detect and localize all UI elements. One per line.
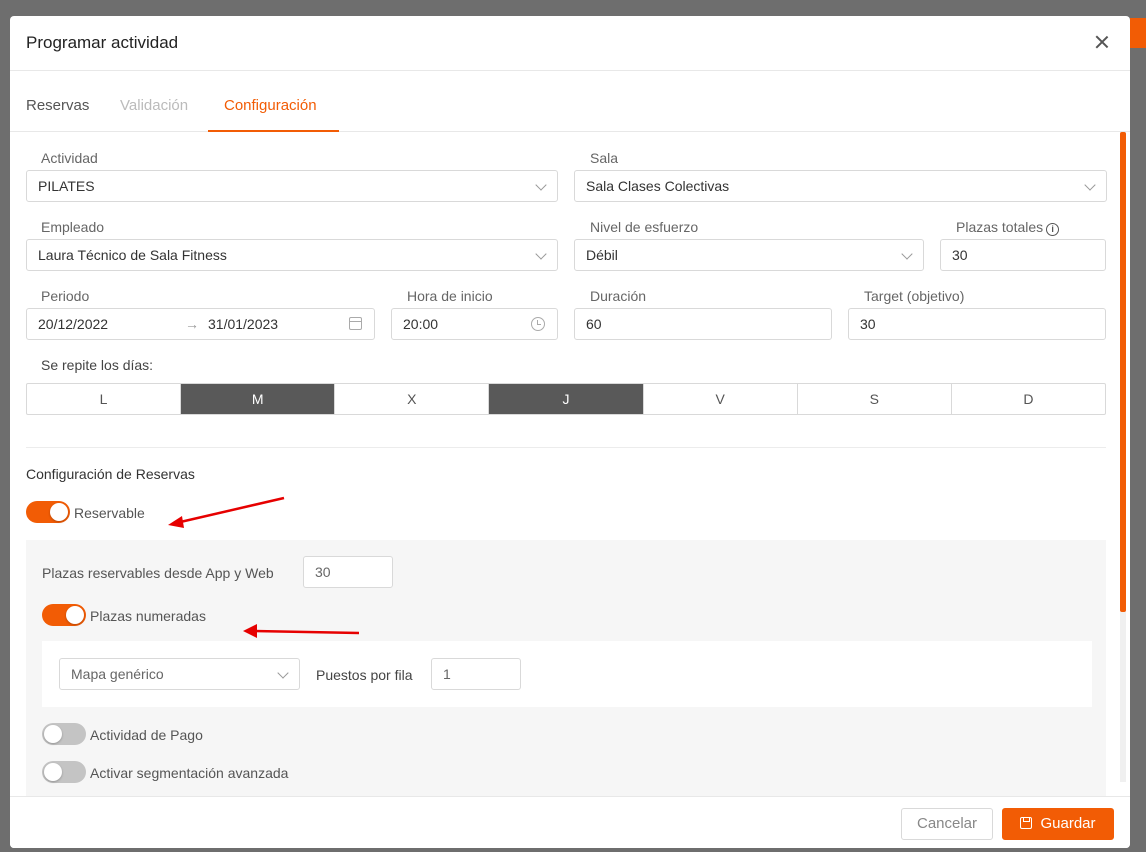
save-label: Guardar — [1040, 815, 1096, 832]
puestos-fila-input[interactable]: 1 — [431, 658, 521, 690]
reservable-options-panel: Plazas reservables desde App y Web 30 Pl… — [26, 540, 1106, 796]
chevron-down-icon — [1084, 179, 1096, 191]
hora-value: 20:00 — [403, 316, 439, 332]
toggle-knob — [50, 503, 68, 521]
chevron-down-icon — [901, 248, 913, 260]
puestos-fila-label: Puestos por fila — [316, 667, 413, 683]
clock-icon — [531, 317, 545, 331]
reservable-label: Reservable — [74, 505, 145, 521]
plazas-totales-label: Plazas totales i — [956, 219, 1060, 236]
periodo-start[interactable]: 20/12/2022 — [38, 316, 108, 332]
tab-validacion: Validación — [120, 97, 189, 114]
target-label: Target (objetivo) — [864, 288, 965, 304]
close-icon[interactable] — [1092, 32, 1112, 52]
plazas-totales-value: 30 — [952, 247, 968, 263]
plazas-totales-label-text: Plazas totales — [956, 219, 1044, 235]
cancel-button[interactable]: Cancelar — [901, 808, 993, 840]
info-icon[interactable]: i — [1046, 223, 1060, 236]
nivel-label: Nivel de esfuerzo — [590, 219, 699, 235]
actividad-value: PILATES — [38, 178, 95, 194]
hora-input[interactable]: 20:00 — [391, 308, 558, 340]
target-input[interactable]: 30 — [848, 308, 1106, 340]
section-divider — [26, 447, 1106, 448]
hora-label: Hora de inicio — [407, 288, 493, 304]
day-miercoles[interactable]: X — [335, 384, 490, 414]
chevron-down-icon — [277, 667, 289, 679]
mapa-value: Mapa genérico — [71, 666, 164, 682]
actividad-select[interactable]: PILATES — [26, 170, 558, 202]
periodo-range-picker[interactable]: 20/12/2022 → 31/01/2023 — [26, 308, 375, 340]
dias-label: Se repite los días: — [41, 357, 154, 373]
reservas-section-title: Configuración de Reservas — [26, 466, 195, 482]
sala-value: Sala Clases Colectivas — [586, 178, 730, 194]
actividad-pago-toggle[interactable] — [42, 723, 86, 745]
periodo-end[interactable]: 31/01/2023 — [208, 309, 278, 339]
modal-footer: Cancelar Guardar — [10, 796, 1130, 848]
duracion-value: 60 — [586, 316, 602, 332]
day-domingo[interactable]: D — [952, 384, 1105, 414]
reservable-toggle[interactable] — [26, 501, 70, 523]
target-value: 30 — [860, 316, 876, 332]
sala-select[interactable]: Sala Clases Colectivas — [574, 170, 1107, 202]
chevron-down-icon — [535, 248, 547, 260]
periodo-label: Periodo — [41, 288, 90, 304]
scrollbar-thumb[interactable] — [1120, 132, 1126, 612]
annotation-arrow — [168, 496, 285, 528]
tab-configuracion[interactable]: Configuración — [224, 97, 317, 114]
plazas-totales-input[interactable]: 30 — [940, 239, 1106, 271]
program-activity-modal: Programar actividad Reservas Validación … — [10, 16, 1130, 848]
day-jueves[interactable]: J — [489, 384, 644, 414]
nivel-select[interactable]: Débil — [574, 239, 924, 271]
plazas-app-web-input[interactable]: 30 — [303, 556, 393, 588]
nivel-value: Débil — [586, 247, 618, 263]
empleado-select[interactable]: Laura Técnico de Sala Fitness — [26, 239, 558, 271]
plazas-app-web-label: Plazas reservables desde App y Web — [42, 565, 274, 581]
tab-bar: Reservas Validación Configuración — [10, 71, 1130, 132]
calendar-icon — [349, 317, 362, 330]
toggle-knob — [66, 606, 84, 624]
puestos-fila-value: 1 — [443, 666, 451, 682]
plazas-app-web-value: 30 — [315, 564, 331, 580]
plazas-numeradas-label: Plazas numeradas — [90, 608, 206, 624]
day-martes[interactable]: M — [181, 384, 336, 414]
background-app-header — [1130, 18, 1146, 48]
day-sabado[interactable]: S — [798, 384, 952, 414]
day-lunes[interactable]: L — [27, 384, 182, 414]
chevron-down-icon — [535, 179, 547, 191]
actividad-label: Actividad — [41, 150, 98, 166]
modal-header: Programar actividad — [10, 16, 1130, 71]
duracion-label: Duración — [590, 288, 647, 304]
duracion-input[interactable]: 60 — [574, 308, 832, 340]
empleado-label: Empleado — [41, 219, 105, 235]
save-button[interactable]: Guardar — [1002, 808, 1114, 840]
scrollbar[interactable] — [1120, 132, 1126, 782]
save-icon — [1020, 817, 1033, 829]
segmentacion-toggle[interactable] — [42, 761, 86, 783]
segmentacion-label: Activar segmentación avanzada — [90, 765, 289, 781]
mapa-select[interactable]: Mapa genérico — [59, 658, 300, 690]
weekday-selector: L M X J V S D — [26, 383, 1106, 415]
toggle-knob — [44, 725, 62, 743]
sala-label: Sala — [590, 150, 619, 166]
modal-body: Actividad PILATES Sala Sala Clases Colec… — [10, 132, 1130, 796]
numbered-seats-panel: Mapa genérico Puestos por fila 1 — [42, 641, 1092, 707]
day-viernes[interactable]: V — [644, 384, 798, 414]
plazas-numeradas-toggle[interactable] — [42, 604, 86, 626]
range-arrow-icon: → — [185, 316, 199, 332]
actividad-pago-label: Actividad de Pago — [90, 727, 203, 743]
toggle-knob — [44, 763, 62, 781]
modal-title: Programar actividad — [26, 33, 179, 52]
empleado-value: Laura Técnico de Sala Fitness — [38, 247, 227, 263]
tab-reservas[interactable]: Reservas — [26, 97, 89, 114]
